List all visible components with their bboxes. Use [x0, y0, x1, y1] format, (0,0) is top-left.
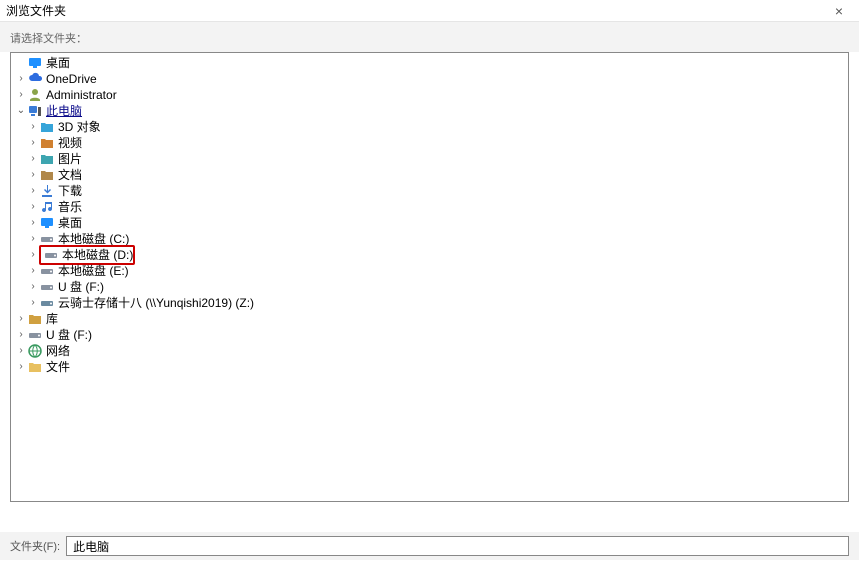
tree-node-label[interactable]: U 盘 (F:)	[58, 279, 104, 295]
chevron-right-icon[interactable]: ›	[27, 247, 39, 263]
chevron-right-icon[interactable]: ›	[27, 231, 39, 247]
network-icon	[27, 344, 43, 358]
tree-node[interactable]: › 云骑士存储十八 (\\Yunqishi2019) (Z:)	[11, 295, 848, 311]
pictures-icon	[39, 152, 55, 166]
tree-node[interactable]: › 视频	[11, 135, 848, 151]
chevron-right-icon[interactable]: ›	[15, 359, 27, 375]
tree-node[interactable]: › U 盘 (F:)	[11, 279, 848, 295]
chevron-right-icon[interactable]: ›	[27, 295, 39, 311]
tree-node[interactable]: › Administrator	[11, 87, 848, 103]
music-icon	[39, 200, 55, 214]
tree-node-label[interactable]: U 盘 (F:)	[46, 327, 92, 343]
downloads-icon	[39, 184, 55, 198]
tree-node-label[interactable]: 视频	[58, 135, 82, 151]
footer: 文件夹(F):	[0, 532, 859, 560]
chevron-right-icon[interactable]: ›	[27, 183, 39, 199]
tree-node-label[interactable]: OneDrive	[46, 71, 97, 87]
chevron-right-icon[interactable]: ›	[27, 135, 39, 151]
tree-node[interactable]: ⌄ 此电脑	[11, 103, 848, 119]
cloud-icon	[27, 72, 43, 86]
tree-node-label[interactable]: 云骑士存储十八 (\\Yunqishi2019) (Z:)	[58, 295, 254, 311]
usb-icon	[27, 328, 43, 342]
tree-node[interactable]: › 3D 对象	[11, 119, 848, 135]
chevron-right-icon[interactable]: ›	[15, 311, 27, 327]
chevron-right-icon[interactable]: ›	[15, 327, 27, 343]
tree-node-label[interactable]: 文件	[46, 359, 70, 375]
window-title: 浏览文件夹	[6, 2, 825, 19]
netdrive-icon	[39, 296, 55, 310]
tree-node[interactable]: › 本地磁盘 (E:)	[11, 263, 848, 279]
tree-node-label[interactable]: 音乐	[58, 199, 82, 215]
library-icon	[27, 312, 43, 326]
tree-node-label[interactable]: 下载	[58, 183, 82, 199]
tree-node[interactable]: › 下载	[11, 183, 848, 199]
tree-node-label[interactable]: 本地磁盘 (D:)	[62, 247, 133, 263]
tree-node[interactable]: › 本地磁盘 (D:)	[11, 247, 848, 263]
chevron-right-icon[interactable]: ›	[27, 263, 39, 279]
chevron-right-icon[interactable]: ›	[27, 215, 39, 231]
tree-node[interactable]: › 网络	[11, 343, 848, 359]
tree-node[interactable]: ›库	[11, 311, 848, 327]
tree-node[interactable]: › OneDrive	[11, 71, 848, 87]
tree-node-label[interactable]: 网络	[46, 343, 70, 359]
tree-node-label[interactable]: 3D 对象	[58, 119, 101, 135]
chevron-right-icon[interactable]: ›	[15, 87, 27, 103]
drive-icon	[39, 264, 55, 278]
chevron-right-icon[interactable]: ›	[27, 199, 39, 215]
folder-field-label: 文件夹(F):	[10, 538, 60, 554]
pc-icon	[27, 104, 43, 118]
tree-node-label[interactable]: Administrator	[46, 87, 117, 103]
tree-node[interactable]: 桌面	[11, 55, 848, 71]
folder-tree[interactable]: 桌面 › OneDrive › Administrator ⌄ 此电脑 › 3D 对象 › 视频 › 图…	[11, 55, 848, 375]
tree-node[interactable]: › 图片	[11, 151, 848, 167]
tree-node-label[interactable]: 库	[46, 311, 58, 327]
folder-field-input[interactable]	[66, 536, 849, 556]
tree-node[interactable]: › 音乐	[11, 199, 848, 215]
user-icon	[27, 88, 43, 102]
tree-node[interactable]: › 桌面	[11, 215, 848, 231]
chevron-right-icon[interactable]: ›	[27, 167, 39, 183]
folder3d-icon	[39, 120, 55, 134]
desktop-icon	[27, 56, 43, 70]
tree-node-label[interactable]: 桌面	[46, 55, 70, 71]
header-area: 请选择文件夹：	[0, 22, 859, 52]
documents-icon	[39, 168, 55, 182]
tree-node[interactable]: › 文档	[11, 167, 848, 183]
tree-node[interactable]: ›本地磁盘 (C:)	[11, 231, 848, 247]
instruction-label: 请选择文件夹：	[10, 30, 849, 46]
drive-icon	[43, 248, 59, 262]
folder-icon	[27, 360, 43, 374]
tree-node-label[interactable]: 文档	[58, 167, 82, 183]
chevron-right-icon[interactable]: ›	[27, 279, 39, 295]
folder-tree-container[interactable]: 桌面 › OneDrive › Administrator ⌄ 此电脑 › 3D 对象 › 视频 › 图…	[10, 52, 849, 502]
chevron-right-icon[interactable]: ›	[27, 119, 39, 135]
drive-icon	[39, 232, 55, 246]
chevron-right-icon[interactable]: ›	[15, 71, 27, 87]
chevron-right-icon[interactable]: ›	[15, 343, 27, 359]
chevron-down-icon[interactable]: ⌄	[15, 103, 27, 119]
chevron-right-icon[interactable]: ›	[27, 151, 39, 167]
close-button[interactable]: ×	[825, 3, 853, 19]
tree-node-label[interactable]: 此电脑	[46, 103, 82, 119]
tree-node[interactable]: › U 盘 (F:)	[11, 327, 848, 343]
tree-node-label[interactable]: 本地磁盘 (E:)	[58, 263, 129, 279]
tree-node[interactable]: › 文件	[11, 359, 848, 375]
titlebar: 浏览文件夹 ×	[0, 0, 859, 22]
desktop-sm-icon	[39, 216, 55, 230]
usb-icon	[39, 280, 55, 294]
video-icon	[39, 136, 55, 150]
tree-node-label[interactable]: 桌面	[58, 215, 82, 231]
tree-node-label[interactable]: 图片	[58, 151, 82, 167]
